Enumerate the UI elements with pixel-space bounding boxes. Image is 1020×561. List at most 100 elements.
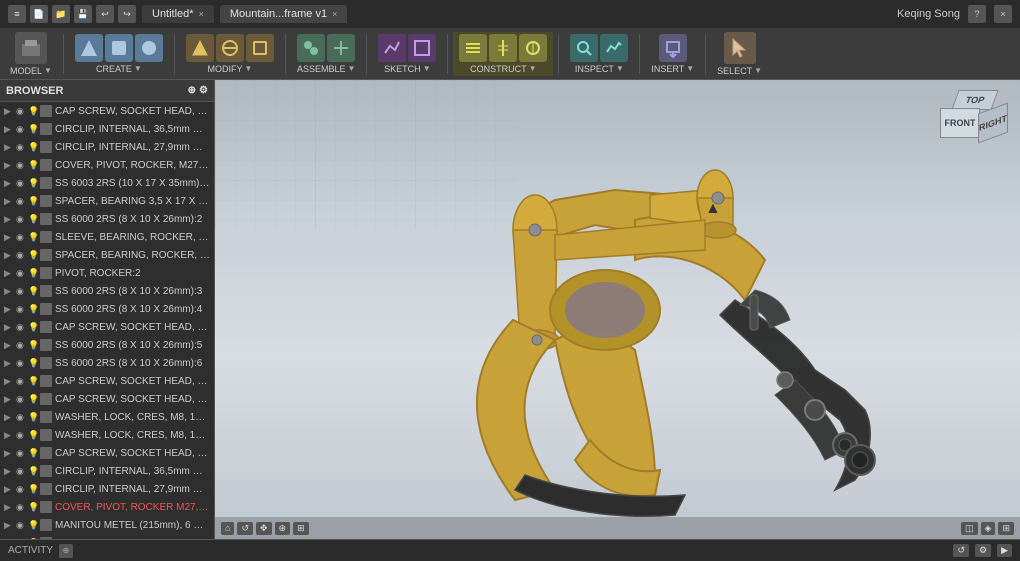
browser-item[interactable]: ▶ ◉ 💡 WASHER, LOCK, CRES, M8, 12,7... — [0, 408, 214, 426]
visibility-icon[interactable]: ◉ — [16, 142, 28, 153]
open-icon[interactable]: 📁 — [52, 5, 70, 23]
new-icon[interactable]: 📄 — [30, 5, 48, 23]
view-cube[interactable]: TOP FRONT RIGHT — [940, 90, 1010, 160]
toolbar-construct[interactable]: CONSTRUCT ▼ — [453, 32, 553, 76]
browser-expand-icon[interactable]: ⊕ — [188, 85, 196, 96]
browser-item[interactable]: ▶ ◉ 💡 CIRCLIP, INTERNAL, 36,5mm OI... — [0, 462, 214, 480]
browser-item[interactable]: ▶ ◉ 💡 SS 6000 2RS (8 X 10 X 26mm):4 — [0, 300, 214, 318]
visibility-icon[interactable]: ◉ — [16, 286, 28, 297]
visibility-icon[interactable]: ◉ — [16, 412, 28, 423]
browser-item[interactable]: ▶ ◉ 💡 CAP SCREW, SOCKET HEAD, FLA... — [0, 390, 214, 408]
visibility-icon[interactable]: ◉ — [16, 268, 28, 279]
zoom-btn[interactable]: ⊕ — [275, 522, 291, 535]
browser-item[interactable]: ▶ ◉ 💡 SS 6000 2RS (8 X 10 X 26mm):3 — [0, 282, 214, 300]
render-mode-btn[interactable]: ◈ — [981, 522, 996, 535]
browser-item[interactable]: ▶ ◉ 💡 ROCKER:1 — [0, 534, 214, 539]
toolbar-inspect[interactable]: INSPECT ▼ — [564, 32, 634, 76]
browser-item[interactable]: ▶ ◉ 💡 SPACER, BEARING, ROCKER, MI... — [0, 246, 214, 264]
browser-item[interactable]: ▶ ◉ 💡 PIVOT, ROCKER:2 — [0, 264, 214, 282]
undo-icon[interactable]: ↩ — [96, 5, 114, 23]
redo-icon[interactable]: ↪ — [118, 5, 136, 23]
view-cube-top[interactable]: TOP — [951, 90, 998, 110]
browser-item[interactable]: ▶ ◉ 💡 WASHER, LOCK, CRES, M8, 12,7... — [0, 426, 214, 444]
display-mode-btn[interactable]: ◫ — [961, 522, 978, 535]
visibility-icon[interactable]: ◉ — [16, 448, 28, 459]
visibility-icon[interactable]: ◉ — [16, 124, 28, 135]
browser-item[interactable]: ▶ ◉ 💡 CIRCLIP, INTERNAL, 27,9mm OI... — [0, 480, 214, 498]
visibility-icon[interactable]: ◉ — [16, 358, 28, 369]
visibility-icon[interactable]: ◉ — [16, 304, 28, 315]
browser-item[interactable]: ▶ ◉ 💡 CAP SCREW, SOCKET HEAD, CRI... — [0, 444, 214, 462]
component-icon — [40, 177, 52, 189]
browser-item[interactable]: ▶ ◉ 💡 COVER, PIVOT, ROCKER M27,9... — [0, 498, 214, 516]
visibility-icon[interactable]: ◉ — [16, 160, 28, 171]
visibility-icon[interactable]: ◉ — [16, 430, 28, 441]
toolbar-model[interactable]: MODEL ▼ — [4, 30, 58, 78]
visibility-icon[interactable]: ◉ — [16, 502, 28, 513]
tab-untitled-label: Untitled* — [152, 8, 194, 20]
toolbar-inspect-icons — [570, 34, 628, 62]
visibility-icon[interactable]: ◉ — [16, 178, 28, 189]
browser-item[interactable]: ▶ ◉ 💡 CAP SCREW, SOCKET HEAD, FLA... — [0, 318, 214, 336]
browser-item[interactable]: ▶ ◉ 💡 COVER, PIVOT, ROCKER, M27,9... — [0, 156, 214, 174]
window-close-icon[interactable]: × — [994, 5, 1012, 23]
app-menu-icon[interactable]: ≡ — [8, 5, 26, 23]
browser-item[interactable]: ▶ ◉ 💡 CAP SCREW, SOCKET HEAD, CRI... — [0, 102, 214, 120]
tab-mountain-frame-close[interactable]: × — [332, 9, 337, 19]
grid-btn[interactable]: ⊞ — [998, 522, 1014, 535]
browser-item[interactable]: ▶ ◉ 💡 SS 6000 2RS (8 X 10 X 26mm):6 — [0, 354, 214, 372]
browser-item[interactable]: ▶ ◉ 💡 CIRCLIP, INTERNAL, 27,9mm OI... — [0, 138, 214, 156]
visibility-icon[interactable]: ◉ — [16, 250, 28, 261]
toolbar-insert[interactable]: INSERT ▼ — [645, 32, 700, 76]
browser-item[interactable]: ▶ ◉ 💡 SLEEVE, BEARING, ROCKER, FW/... — [0, 228, 214, 246]
browser-item[interactable]: ▶ ◉ 💡 SS 6003 2RS (10 X 17 X 35mm):... — [0, 174, 214, 192]
component-icon — [40, 123, 52, 135]
visibility-icon[interactable]: ◉ — [16, 466, 28, 477]
browser-settings-icon[interactable]: ⚙ — [199, 85, 208, 96]
browser-item[interactable]: ▶ ◉ 💡 SS 6000 2RS (8 X 10 X 26mm):2 — [0, 210, 214, 228]
pan-btn[interactable]: ✥ — [256, 522, 272, 535]
light-icon: 💡 — [28, 502, 40, 513]
browser-item[interactable]: ▶ ◉ 💡 CIRCLIP, INTERNAL, 36,5mm OI... — [0, 120, 214, 138]
help-icon[interactable]: ? — [968, 5, 986, 23]
statusbar-ctrl-1[interactable]: ↺ — [953, 544, 969, 557]
visibility-icon[interactable]: ◉ — [16, 322, 28, 333]
visibility-icon[interactable]: ◉ — [16, 106, 28, 117]
visibility-icon[interactable]: ◉ — [16, 520, 28, 531]
tab-untitled-close[interactable]: × — [199, 9, 204, 19]
toolbar-modify[interactable]: MODIFY ▼ — [180, 32, 280, 76]
toolbar-model-icons — [15, 32, 47, 64]
visibility-icon[interactable]: ◉ — [16, 376, 28, 387]
save-icon[interactable]: 💾 — [74, 5, 92, 23]
toolbar-select[interactable]: SELECT ▼ — [711, 30, 768, 78]
toolbar-assemble[interactable]: ASSEMBLE ▼ — [291, 32, 361, 76]
visibility-icon[interactable]: ◉ — [16, 340, 28, 351]
toolbar-sketch[interactable]: SKETCH ▼ — [372, 32, 442, 76]
tab-mountain-frame-label: Mountain...frame v1 — [230, 8, 327, 20]
browser-item[interactable]: ▶ ◉ 💡 SPACER, BEARING 3,5 X 17 X 3C... — [0, 192, 214, 210]
create-arrow: ▼ — [134, 64, 142, 73]
light-icon: 💡 — [28, 196, 40, 207]
toolbar-sketch-label: SKETCH ▼ — [384, 64, 430, 74]
visibility-icon[interactable]: ◉ — [16, 232, 28, 243]
item-label: SS 6000 2RS (8 X 10 X 26mm):2 — [55, 214, 210, 225]
visibility-icon[interactable]: ◉ — [16, 394, 28, 405]
browser-item[interactable]: ▶ ◉ 💡 MANITOU METEL (215mm), 6 W... — [0, 516, 214, 534]
tab-mountain-frame[interactable]: Mountain...frame v1 × — [220, 5, 347, 23]
statusbar-expand-icon[interactable]: ⊕ — [59, 544, 73, 558]
zoom-fit-btn[interactable]: ⊞ — [293, 522, 309, 535]
statusbar-ctrl-2[interactable]: ⚙ — [975, 544, 991, 557]
viewport[interactable]: ▲ TOP FRONT RIGHT ⌂ ↺ ✥ ⊕ ⊞ ◫ ◈ ⊞ — [215, 80, 1020, 539]
tab-untitled[interactable]: Untitled* × — [142, 5, 214, 23]
visibility-icon[interactable]: ◉ — [16, 538, 28, 540]
visibility-icon[interactable]: ◉ — [16, 196, 28, 207]
orbit-btn[interactable]: ↺ — [237, 522, 253, 535]
visibility-icon[interactable]: ◉ — [16, 484, 28, 495]
browser-item[interactable]: ▶ ◉ 💡 CAP SCREW, SOCKET HEAD, FLA... — [0, 372, 214, 390]
view-cube-front[interactable]: FRONT — [940, 108, 980, 138]
toolbar-create[interactable]: CREATE ▼ — [69, 32, 169, 76]
home-view-btn[interactable]: ⌂ — [221, 522, 234, 535]
browser-item[interactable]: ▶ ◉ 💡 SS 6000 2RS (8 X 10 X 26mm):5 — [0, 336, 214, 354]
visibility-icon[interactable]: ◉ — [16, 214, 28, 225]
statusbar-ctrl-3[interactable]: ▶ — [997, 544, 1012, 557]
